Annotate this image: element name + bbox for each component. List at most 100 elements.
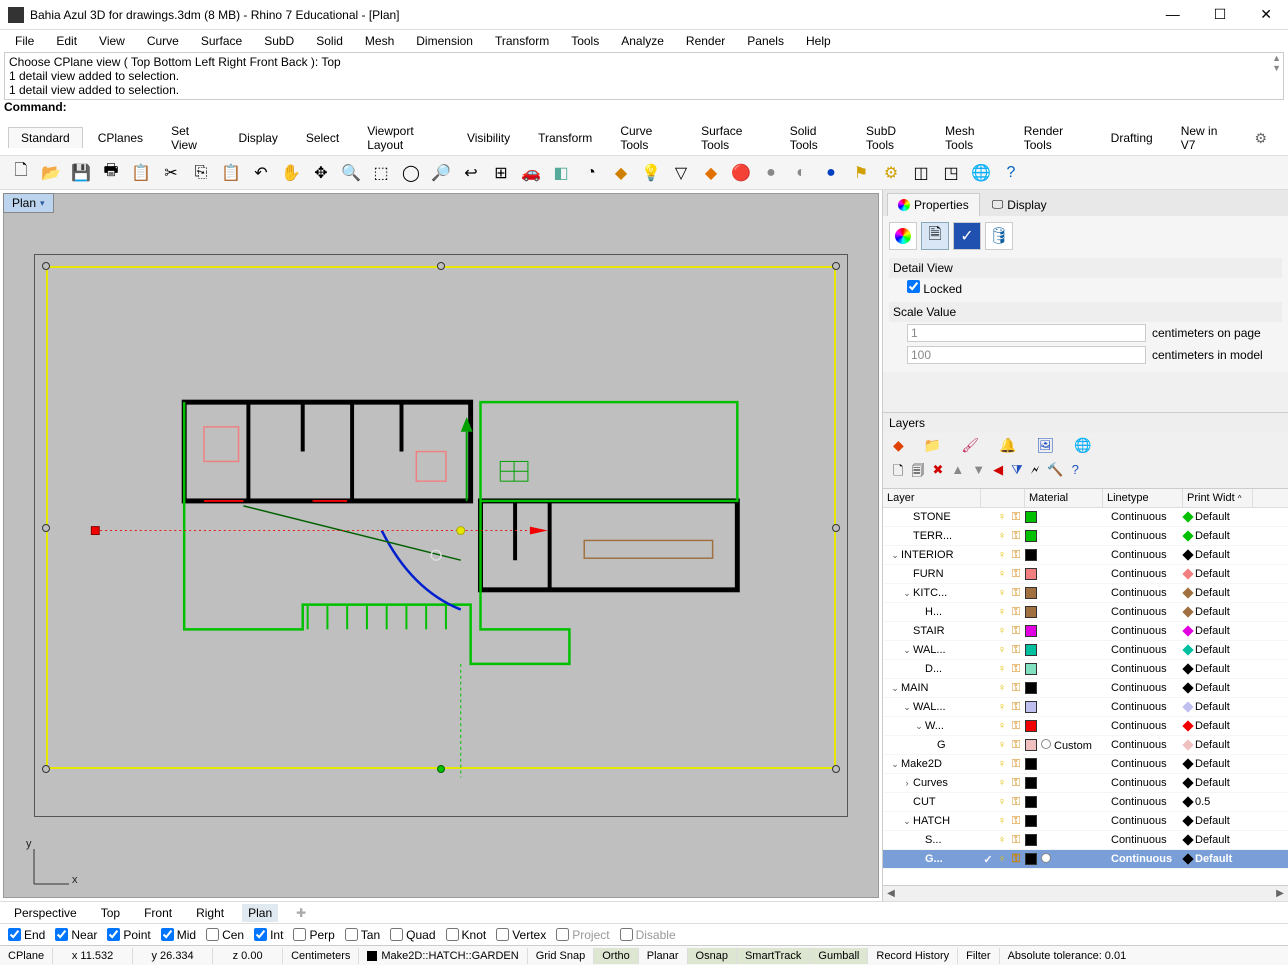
sphere-icon[interactable]: ● — [818, 160, 844, 186]
four-view-icon[interactable]: ⊞ — [488, 160, 514, 186]
status-record-history[interactable]: Record History — [868, 948, 958, 964]
hide-icon[interactable]: ◫ — [908, 160, 934, 186]
tbtab-cplanes[interactable]: CPlanes — [85, 127, 156, 148]
viewport-title[interactable]: Plan — [3, 193, 54, 213]
viewport[interactable]: Plan — [3, 193, 879, 898]
cplane-icon[interactable]: ◧ — [548, 160, 574, 186]
tbtab-mesh-tools[interactable]: Mesh Tools — [932, 120, 1009, 155]
layer-row[interactable]: H...♀⚿ContinuousDefault — [883, 603, 1288, 622]
layer-row[interactable]: ›Curves♀⚿ContinuousDefault — [883, 774, 1288, 793]
layer-icon[interactable]: ◆ — [608, 160, 634, 186]
layer-brush-icon[interactable]: 🖌 — [961, 437, 979, 454]
hammer-icon[interactable]: 🔨 — [1047, 462, 1063, 484]
flag-icon[interactable]: ◀ — [993, 462, 1003, 484]
tbtab-viewport-layout[interactable]: Viewport Layout — [354, 120, 452, 155]
layer-state-icon[interactable]: ◆ — [893, 437, 904, 454]
scale-model-input[interactable] — [907, 346, 1146, 364]
status-tolerance[interactable]: Absolute tolerance: 0.01 — [1000, 948, 1135, 964]
menu-help[interactable]: Help — [797, 32, 840, 50]
tbtab-standard[interactable]: Standard — [8, 127, 83, 148]
tab-display[interactable]: 🖵Display — [982, 193, 1057, 216]
command-input[interactable] — [71, 100, 1284, 114]
delete-layer-icon[interactable]: ✖ — [932, 462, 943, 484]
status-ortho[interactable]: Ortho — [594, 948, 639, 964]
maximize-button[interactable]: ☐ — [1206, 2, 1235, 27]
texture-props-icon[interactable]: 🛢 — [985, 222, 1013, 250]
move-up-icon[interactable]: ▲ — [951, 462, 964, 484]
menu-surface[interactable]: Surface — [192, 32, 251, 50]
layer-row[interactable]: ⌄WAL...♀⚿ContinuousDefault — [883, 641, 1288, 660]
paste-icon[interactable]: 📋 — [218, 160, 244, 186]
layer-row[interactable]: G♀⚿CustomContinuousDefault — [883, 736, 1288, 755]
menu-transform[interactable]: Transform — [486, 32, 558, 50]
status-gumball[interactable]: Gumball — [810, 948, 868, 964]
object-props-icon[interactable] — [889, 222, 917, 250]
environment-icon[interactable]: ● — [758, 160, 784, 186]
properties-icon[interactable]: ⚙ — [878, 160, 904, 186]
col-material[interactable]: Material — [1025, 489, 1103, 507]
status-cplane[interactable]: CPlane — [0, 948, 53, 964]
new-layer-icon[interactable]: 🗋 — [893, 462, 903, 484]
render-icon[interactable]: ◆ — [698, 160, 724, 186]
rotate-view-icon[interactable]: ✥ — [308, 160, 334, 186]
tbtab-set-view[interactable]: Set View — [158, 120, 223, 155]
layer-row[interactable]: S...♀⚿ContinuousDefault — [883, 831, 1288, 850]
tbtab-drafting[interactable]: Drafting — [1098, 127, 1166, 148]
undo-icon[interactable]: ↶ — [248, 160, 274, 186]
menu-view[interactable]: View — [90, 32, 134, 50]
selection-filter-icon[interactable]: ▽ — [668, 160, 694, 186]
menu-edit[interactable]: Edit — [47, 32, 86, 50]
layers-hscroll[interactable]: ◀▶ — [883, 885, 1288, 901]
minimize-button[interactable]: — — [1158, 2, 1188, 27]
menu-tools[interactable]: Tools — [562, 32, 608, 50]
osnap-cen[interactable]: Cen — [206, 928, 244, 942]
zoom-extents-icon[interactable]: ◯ — [398, 160, 424, 186]
web-icon[interactable]: 🌐 — [968, 160, 994, 186]
tbtab-subd-tools[interactable]: SubD Tools — [853, 120, 930, 155]
tools-menu-icon[interactable]: 🗲 — [1031, 462, 1040, 484]
named-view-icon[interactable]: 🚗 — [518, 160, 544, 186]
osnap-perp[interactable]: Perp — [293, 928, 334, 942]
help-icon[interactable]: ? — [998, 160, 1024, 186]
cut-icon[interactable]: ✂ — [158, 160, 184, 186]
osnap-end[interactable]: End — [8, 928, 45, 942]
menu-curve[interactable]: Curve — [138, 32, 188, 50]
layer-global-icon[interactable]: 🌐 — [1074, 437, 1091, 454]
layer-folder-icon[interactable]: 📁 — [924, 437, 941, 454]
detail-props-icon[interactable]: 🗎 — [921, 222, 949, 250]
layer-row[interactable]: TERR...♀⚿ContinuousDefault — [883, 527, 1288, 546]
tbtab-display[interactable]: Display — [225, 127, 290, 148]
command-line[interactable]: Command: — [4, 100, 1284, 114]
close-button[interactable]: ✕ — [1252, 2, 1280, 27]
save-icon[interactable]: 💾 — [68, 160, 94, 186]
scale-page-input[interactable] — [907, 324, 1146, 342]
status-units[interactable]: Centimeters — [283, 948, 359, 964]
drawing-canvas[interactable] — [34, 254, 848, 817]
vtab-plan[interactable]: Plan — [242, 904, 278, 922]
options-icon[interactable]: ⚑ — [848, 160, 874, 186]
osnap-mid[interactable]: Mid — [161, 928, 196, 942]
move-down-icon[interactable]: ▼ — [972, 462, 985, 484]
undo-view-icon[interactable]: ↩ — [458, 160, 484, 186]
new-icon[interactable]: 🗋 — [8, 160, 34, 186]
layer-row[interactable]: ⌄KITC...♀⚿ContinuousDefault — [883, 584, 1288, 603]
pan-icon[interactable]: ✋ — [278, 160, 304, 186]
layer-row[interactable]: G...✓♀⚿ContinuousDefault — [883, 850, 1288, 869]
tbtab-visibility[interactable]: Visibility — [454, 127, 523, 148]
layer-row[interactable]: ⌄MAIN♀⚿ContinuousDefault — [883, 679, 1288, 698]
status-grid-snap[interactable]: Grid Snap — [528, 948, 595, 964]
status-planar[interactable]: Planar — [639, 948, 688, 964]
osnap-disable[interactable]: Disable — [620, 928, 676, 942]
tab-properties[interactable]: Properties — [887, 193, 980, 216]
material-props-icon[interactable]: ✓ — [953, 222, 981, 250]
col-layer[interactable]: Layer — [883, 489, 981, 507]
layer-row[interactable]: ⌄WAL...♀⚿ContinuousDefault — [883, 698, 1288, 717]
status-osnap[interactable]: Osnap — [688, 948, 737, 964]
tbtab-surface-tools[interactable]: Surface Tools — [688, 120, 775, 155]
layer-row[interactable]: ⌄Make2D♀⚿ContinuousDefault — [883, 755, 1288, 774]
osnap-project[interactable]: Project — [556, 928, 609, 942]
menu-solid[interactable]: Solid — [307, 32, 352, 50]
show-icon[interactable]: ◳ — [938, 160, 964, 186]
osnap-quad[interactable]: Quad — [390, 928, 435, 942]
toolbar-options-icon[interactable]: ⚙ — [1241, 126, 1280, 150]
